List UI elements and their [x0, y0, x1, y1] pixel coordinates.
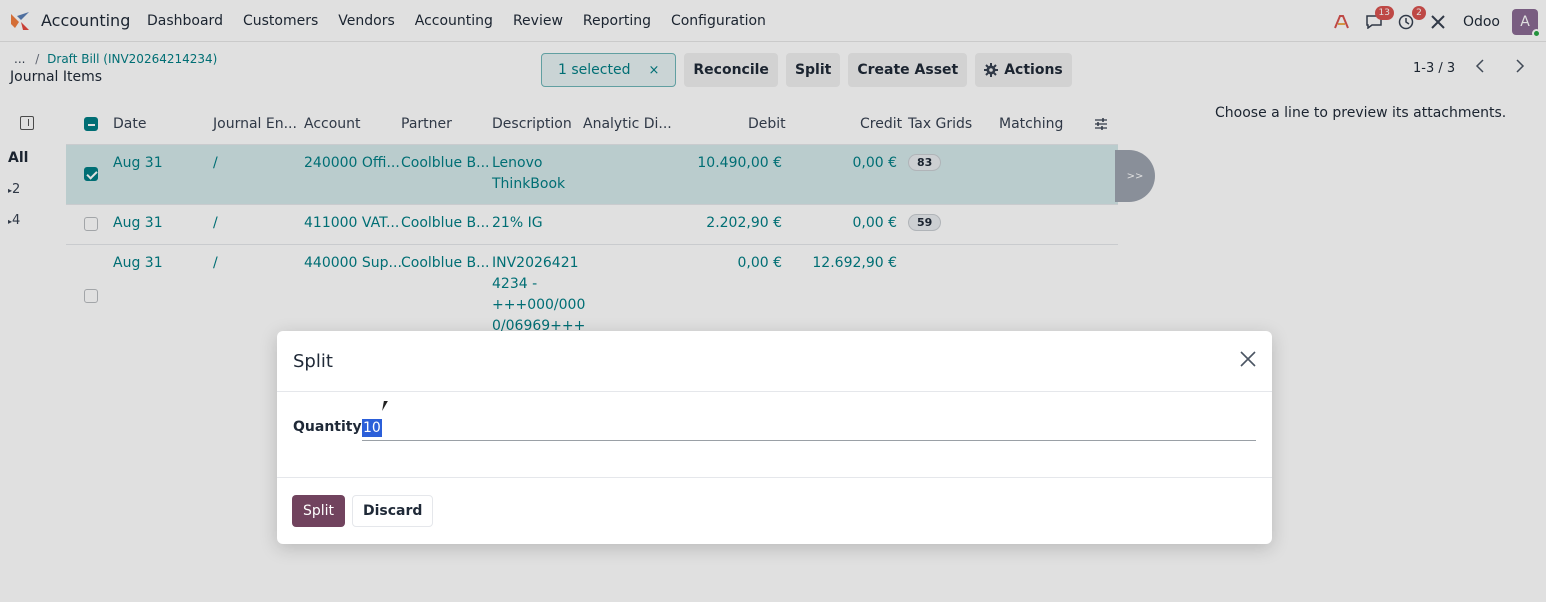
- close-icon[interactable]: [1238, 349, 1258, 369]
- dialog-footer-divider: [277, 477, 1272, 478]
- quantity-input[interactable]: [362, 415, 1256, 441]
- split-dialog: Split Quantity 10 Split Discard: [277, 331, 1272, 544]
- split-confirm-button[interactable]: Split: [292, 495, 346, 527]
- quantity-label: Quantity: [293, 419, 362, 435]
- dialog-header-divider: [277, 391, 1272, 392]
- dialog-title: Split: [293, 351, 333, 372]
- discard-button[interactable]: Discard: [352, 495, 434, 527]
- quantity-value: 10: [362, 419, 382, 437]
